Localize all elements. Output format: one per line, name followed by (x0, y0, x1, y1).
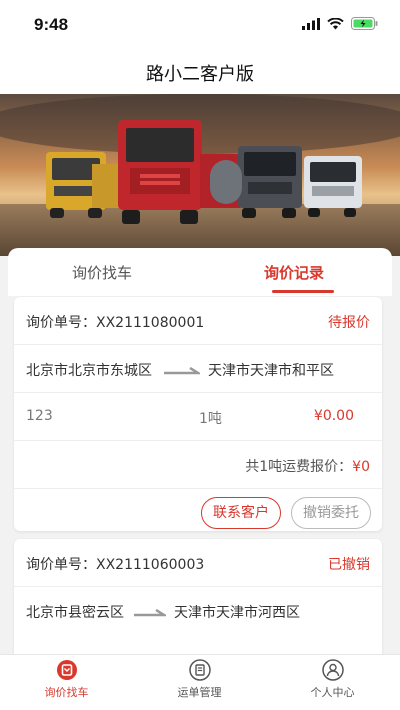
user-icon (321, 659, 344, 681)
bottom-tab-label: 询价找车 (44, 686, 89, 699)
freight-summary-price: ¥0 (352, 459, 370, 475)
summary-row: 共1吨运费报价：¥0 (14, 441, 382, 489)
route-destination: 天津市天津市和平区 (208, 363, 334, 379)
status-bar: 9:48 (0, 0, 400, 48)
active-tab-indicator (272, 290, 334, 293)
route-origin: 北京市县密云区 (26, 605, 124, 621)
nav-bar: 路小二客户版 (0, 48, 400, 94)
bottom-tab-inquiry[interactable]: 询价找车 (0, 659, 133, 700)
contact-customer-button[interactable]: 联系客户 (201, 497, 281, 529)
route-origin: 北京市北京市东城区 (26, 363, 152, 379)
page-title: 路小二客户版 (146, 64, 254, 85)
bottom-tab-user-center[interactable]: 个人中心 (266, 659, 399, 700)
route-row: 北京市北京市东城区 天津市天津市和平区 (14, 345, 382, 393)
order-card[interactable]: 询价单号：XX2111060003 已撤销 北京市县密云区 天津市天津市河西区 (14, 539, 382, 659)
wifi-icon (327, 17, 344, 29)
bottom-tab-waybill[interactable]: 运单管理 (133, 659, 266, 700)
bottom-tab-label: 个人中心 (310, 686, 355, 699)
actions-row: 联系客户 撤销委托 (14, 489, 382, 531)
bottom-tab-bar: 询价找车 运单管理 个人中心 (0, 654, 400, 710)
route-row: 北京市县密云区 天津市天津市河西区 (14, 587, 382, 635)
order-header-row: 询价单号：XX2111060003 已撤销 (14, 539, 382, 587)
order-number: 询价单号：XX2111060003 (26, 557, 205, 573)
signal-icon (302, 17, 320, 30)
tab-inquiry-records[interactable]: 询价记录 (264, 262, 324, 283)
route-destination: 天津市天津市河西区 (174, 605, 300, 621)
goods-weight: 1吨 (199, 411, 222, 427)
goods-price: ¥0.00 (313, 408, 354, 424)
goods-name: 123 (26, 408, 53, 424)
goods-row: 123 1吨 ¥0.00 (14, 393, 382, 441)
route-arrow-icon (164, 367, 200, 375)
order-status-badge: 已撤销 (328, 557, 370, 573)
inquiry-icon (56, 660, 77, 680)
battery-icon (351, 17, 378, 30)
freight-summary-label: 共1吨运费报价： (245, 459, 353, 475)
route-arrow-icon (134, 609, 166, 617)
order-number: 询价单号：XX2111080001 (26, 315, 205, 331)
status-icons (302, 17, 378, 30)
bottom-tab-label: 运单管理 (177, 686, 222, 699)
order-header-row: 询价单号：XX2111080001 待报价 (14, 297, 382, 345)
status-time: 9:48 (34, 15, 69, 34)
order-status-badge: 待报价 (328, 315, 370, 331)
tabs-card: 询价找车 询价记录 (8, 248, 392, 296)
trucks-illustration (0, 94, 400, 256)
banner-image (0, 94, 400, 256)
cancel-commission-button[interactable]: 撤销委托 (291, 497, 371, 529)
freight-summary: 共1吨运费报价：¥0 (245, 456, 370, 476)
order-card[interactable]: 询价单号：XX2111080001 待报价 北京市北京市东城区 天津市天津市和平… (14, 297, 382, 531)
waybill-icon (188, 659, 211, 681)
tab-inquiry-find-vehicle[interactable]: 询价找车 (72, 262, 132, 283)
